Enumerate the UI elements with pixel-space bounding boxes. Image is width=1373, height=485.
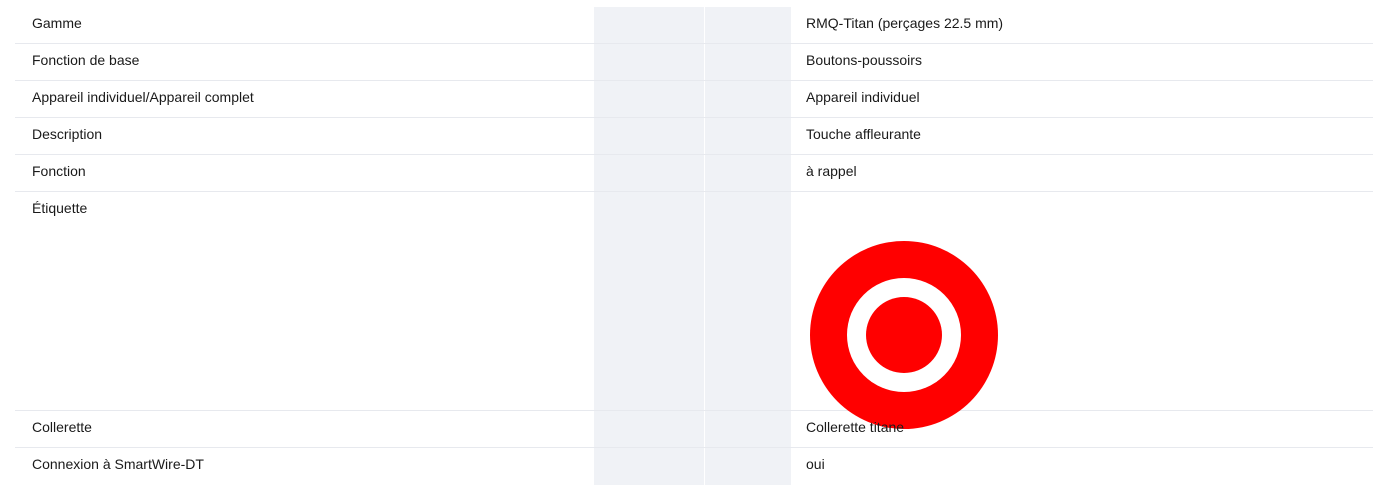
row-label: Description — [32, 126, 103, 142]
row-label: Connexion à SmartWire-DT — [32, 456, 204, 472]
table-row-smartwire: Connexion à SmartWire-DT oui — [15, 448, 1373, 485]
row-label: Appareil individuel/Appareil complet — [32, 89, 254, 105]
table-row-description: Description Touche affleurante — [15, 118, 1373, 155]
table-row-etiquette: Étiquette — [15, 192, 1373, 429]
table-row-fonction: Fonction à rappel — [15, 155, 1373, 192]
row-label: Fonction de base — [32, 52, 140, 68]
label-symbol-graphic — [810, 241, 998, 429]
row-value: Touche affleurante — [806, 126, 921, 142]
center-dot — [866, 297, 942, 373]
specification-table: Gamme RMQ-Titan (perçages 22.5 mm) Fonct… — [0, 0, 1373, 485]
row-value: RMQ-Titan (perçages 22.5 mm) — [806, 15, 1004, 31]
row-label: Gamme — [32, 15, 82, 31]
table-row-gamme: Gamme RMQ-Titan (perçages 22.5 mm) — [15, 7, 1373, 44]
table-row-collerette: Collerette Collerette titane — [15, 411, 1373, 448]
row-label: Fonction — [32, 163, 86, 179]
row-value: Boutons-poussoirs — [806, 52, 922, 68]
row-value: oui — [806, 456, 825, 472]
table-row-fonction-de-base: Fonction de base Boutons-poussoirs — [15, 44, 1373, 81]
red-ring-target-icon — [809, 240, 999, 430]
row-label: Étiquette — [32, 200, 88, 216]
row-label: Collerette — [32, 419, 92, 435]
row-value: à rappel — [806, 163, 857, 179]
row-value: Collerette titane — [806, 419, 905, 435]
row-value: Appareil individuel — [806, 89, 920, 105]
table-row-appareil: Appareil individuel/Appareil complet App… — [15, 81, 1373, 118]
